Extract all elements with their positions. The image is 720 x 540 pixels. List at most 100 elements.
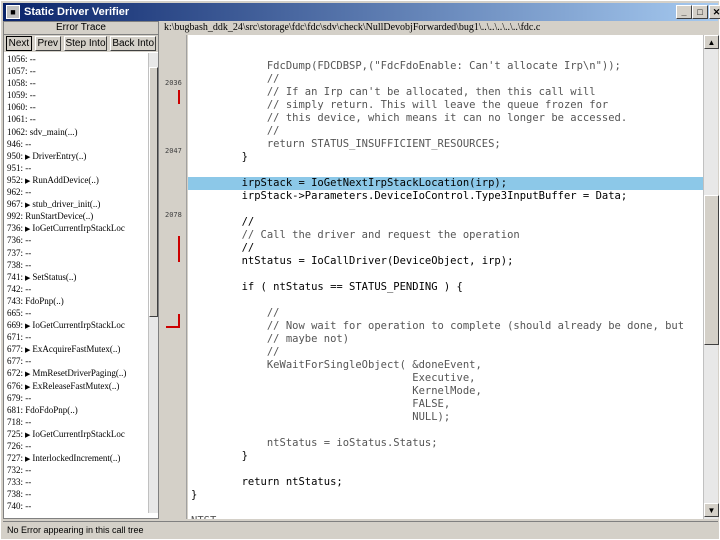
code-line[interactable]: } (188, 489, 703, 502)
trace-item[interactable]: 677: ▶ ExAcquireFastMutex(..) (4, 343, 149, 355)
trace-item[interactable]: 727: ▶ InterlockedIncrement(..) (4, 452, 149, 464)
trace-item[interactable]: 681: FdoFdoPnp(..) (4, 404, 149, 416)
code-line[interactable] (188, 463, 703, 476)
code-line[interactable]: KeWaitForSingleObject( &doneEvent, (188, 359, 703, 372)
trace-item[interactable]: 725: ▶ IoGetCurrentIrpStackLoc (4, 428, 149, 440)
expand-arrow-icon[interactable]: ▶ (25, 383, 30, 391)
code-line[interactable]: // (188, 73, 703, 86)
trace-item[interactable]: 1057: -- (4, 65, 149, 77)
expand-arrow-icon[interactable]: ▶ (25, 201, 30, 209)
trace-item[interactable]: 672: ▶ MmResetDriverPaging(..) (4, 367, 149, 379)
trace-item[interactable]: 726: -- (4, 440, 149, 452)
code-line[interactable]: // maybe not) (188, 333, 703, 346)
trace-item[interactable]: 737: -- (4, 247, 149, 259)
trace-item[interactable]: 740: -- (4, 500, 149, 512)
scroll-up-icon[interactable]: ▲ (704, 35, 719, 49)
expand-arrow-icon[interactable]: ▶ (25, 153, 30, 161)
trace-item[interactable]: 1058: -- (4, 77, 149, 89)
code-line[interactable]: if ( ntStatus == STATUS_PENDING ) { (188, 281, 703, 294)
code-line[interactable] (188, 424, 703, 437)
code-line[interactable]: // simply return. This will leave the qu… (188, 99, 703, 112)
code-line[interactable]: NTST (188, 515, 703, 519)
next-button[interactable]: Next (6, 36, 32, 51)
trace-item[interactable]: 732: -- (4, 464, 149, 476)
code-line[interactable]: ntStatus = IoCallDriver(DeviceObject, ir… (188, 255, 703, 268)
code-line[interactable]: // If an Irp can't be allocated, then th… (188, 86, 703, 99)
title-bar[interactable]: ■ Static Driver Verifier _ □ ✕ (3, 3, 720, 21)
source-code-view[interactable]: FdcDump(FDCDBSP,("FdcFdoEnable: Can't al… (188, 35, 703, 519)
current-code-line[interactable]: irpStack = IoGetNextIrpStackLocation(irp… (188, 177, 703, 190)
trace-item[interactable]: 733: -- (4, 476, 149, 488)
trace-item[interactable]: 992: RunStartDevice(..) (4, 210, 149, 222)
expand-arrow-icon[interactable]: ▶ (25, 225, 30, 233)
code-line[interactable]: // this device, which means it can no lo… (188, 112, 703, 125)
expand-arrow-icon[interactable]: ▶ (25, 370, 30, 378)
code-line[interactable]: return STATUS_INSUFFICIENT_RESOURCES; (188, 138, 703, 151)
trace-item[interactable]: 950: ▶ DriverEntry(..) (4, 150, 149, 162)
code-line[interactable]: } (188, 151, 703, 164)
expand-arrow-icon[interactable]: ▶ (25, 177, 30, 185)
trace-item[interactable]: 738: -- (4, 259, 149, 271)
minimize-button[interactable]: _ (676, 5, 692, 19)
trace-item[interactable]: 742: -- (4, 283, 149, 295)
trace-item[interactable]: 736: -- (4, 234, 149, 246)
trace-item[interactable]: 1061: -- (4, 113, 149, 125)
trace-item[interactable]: 718: -- (4, 416, 149, 428)
code-line[interactable]: ntStatus = ioStatus.Status; (188, 437, 703, 450)
code-line[interactable]: } (188, 450, 703, 463)
trace-item[interactable]: 967: ▶ stub_driver_init(..) (4, 198, 149, 210)
trace-item[interactable]: 952: ▶ RunAddDevice(..) (4, 174, 149, 186)
expand-arrow-icon[interactable]: ▶ (25, 322, 30, 330)
code-line[interactable]: Executive, (188, 372, 703, 385)
code-line[interactable]: // (188, 307, 703, 320)
code-line[interactable] (188, 502, 703, 515)
trace-item[interactable]: 962: -- (4, 186, 149, 198)
trace-item[interactable]: 1062: sdv_main(...) (4, 126, 149, 138)
code-line[interactable]: FALSE, (188, 398, 703, 411)
code-line[interactable]: irpStack->Parameters.DeviceIoControl.Typ… (188, 190, 703, 203)
code-line[interactable]: NULL); (188, 411, 703, 424)
trace-item[interactable]: 736: ▶ IoGetCurrentIrpStackLoc (4, 222, 149, 234)
trace-item[interactable]: 669: ▶ IoGetCurrentIrpStackLoc (4, 319, 149, 331)
trace-scrollbar-thumb[interactable] (149, 67, 158, 317)
prev-button[interactable]: Prev (34, 36, 61, 51)
code-scrollbar[interactable]: ▲ ▼ (703, 35, 719, 519)
code-scrollbar-thumb[interactable] (704, 195, 719, 345)
trace-list[interactable]: 1056: -- 1057: -- 1058: -- 1059: -- 1060: --… (4, 53, 149, 517)
step-into-button[interactable]: Step Into (63, 36, 108, 51)
back-into-button[interactable]: Back Into (110, 36, 157, 51)
trace-item[interactable]: 671: -- (4, 331, 149, 343)
trace-item[interactable]: 676: ▶ ExReleaseFastMutex(..) (4, 380, 149, 392)
trace-item[interactable]: 677: -- (4, 355, 149, 367)
trace-item[interactable]: 679: -- (4, 392, 149, 404)
code-line[interactable] (188, 203, 703, 216)
code-line[interactable] (188, 294, 703, 307)
trace-item[interactable]: 951: -- (4, 162, 149, 174)
expand-arrow-icon[interactable]: ▶ (25, 431, 30, 439)
code-line[interactable]: // (188, 242, 703, 255)
code-line[interactable]: KernelMode, (188, 385, 703, 398)
code-line[interactable]: // Now wait for operation to complete (s… (188, 320, 703, 333)
trace-item[interactable]: 1059: -- (4, 89, 149, 101)
code-line[interactable]: return ntStatus; (188, 476, 703, 489)
code-line[interactable]: // Call the driver and request the opera… (188, 229, 703, 242)
scroll-down-icon[interactable]: ▼ (704, 503, 719, 517)
trace-item[interactable]: 741: ▶ SetStatus(..) (4, 271, 149, 283)
code-line[interactable] (188, 268, 703, 281)
trace-item[interactable]: 738: -- (4, 488, 149, 500)
trace-item[interactable]: 946: -- (4, 138, 149, 150)
trace-item[interactable]: 1056: -- (4, 53, 149, 65)
maximize-button[interactable]: □ (692, 5, 708, 19)
close-button[interactable]: ✕ (709, 5, 720, 19)
trace-item[interactable]: 1060: -- (4, 101, 149, 113)
code-line[interactable]: // (188, 125, 703, 138)
code-line[interactable]: // (188, 346, 703, 359)
code-line[interactable]: // (188, 216, 703, 229)
code-line[interactable]: FdcDump(FDCDBSP,("FdcFdoEnable: Can't al… (188, 60, 703, 73)
trace-scrollbar[interactable] (148, 53, 158, 513)
expand-arrow-icon[interactable]: ▶ (25, 274, 30, 282)
trace-item[interactable]: 743: FdoPnp(..) (4, 295, 149, 307)
code-line[interactable] (188, 164, 703, 177)
trace-item[interactable]: 665: -- (4, 307, 149, 319)
expand-arrow-icon[interactable]: ▶ (25, 455, 30, 463)
